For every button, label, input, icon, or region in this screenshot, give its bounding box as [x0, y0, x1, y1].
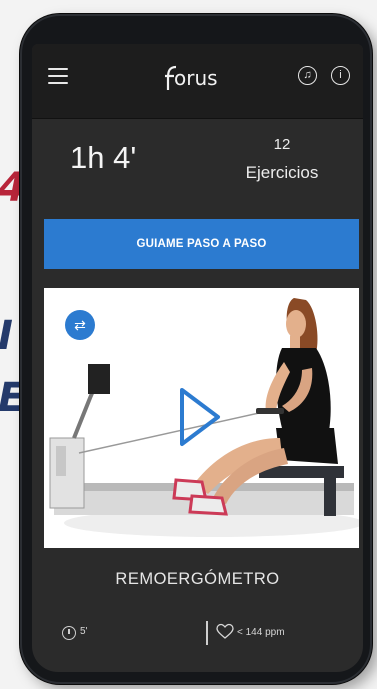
poster-fragment-navy-1: I — [0, 316, 13, 356]
exercise-info-row: 5' < 144 ppm — [32, 619, 363, 649]
workout-stats: 1h 4' 12 Ejercicios — [32, 119, 363, 201]
guide-step-by-step-button[interactable]: GUIAME PASO A PASO — [44, 219, 359, 269]
heart-rate-value: < 144 ppm — [237, 627, 285, 638]
brand-logo: orus — [164, 62, 234, 94]
play-icon[interactable] — [178, 386, 222, 448]
exercise-count-label: Ejercicios — [245, 163, 319, 182]
stopwatch-icon — [62, 626, 76, 640]
exercise-name: REMOERGÓMETRO — [115, 570, 280, 588]
workout-duration: 1h 4' — [70, 140, 137, 175]
hamburger-icon[interactable] — [48, 68, 68, 84]
exercise-video[interactable]: ⇄ — [44, 288, 359, 548]
rest-time: 5' — [80, 626, 88, 637]
shuffle-icon[interactable]: ⇄ — [65, 310, 95, 340]
app-screen: orus ♫ i 1h 4' 12 Ejercicios GUIAME PASO… — [32, 44, 363, 672]
logo-text: orus — [174, 66, 218, 90]
info-icon[interactable]: i — [331, 66, 350, 85]
divider — [206, 621, 208, 645]
exercise-count: 12 — [273, 136, 291, 153]
top-bar: orus ♫ i — [32, 44, 363, 119]
heart-icon — [216, 623, 234, 639]
phone-frame: orus ♫ i 1h 4' 12 Ejercicios GUIAME PASO… — [20, 14, 372, 684]
music-icon[interactable]: ♫ — [298, 66, 317, 85]
